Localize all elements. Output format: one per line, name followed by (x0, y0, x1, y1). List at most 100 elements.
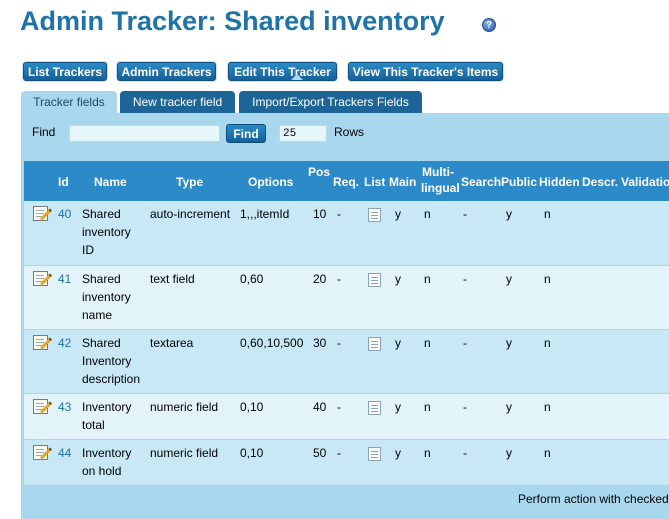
field-name: on hold (82, 464, 122, 478)
header-multilingual-2[interactable]: lingual (421, 181, 460, 195)
table-row: 42 Shared Inventory description textarea 0,60… (24, 330, 669, 393)
field-options: 0,60 (240, 272, 264, 286)
header-hidden[interactable]: Hidden (539, 175, 580, 189)
field-name: name (82, 308, 113, 322)
edit-field-icon[interactable] (33, 399, 48, 414)
table-header: Id Name Type Options Pos Req. List Main … (24, 161, 669, 203)
field-hidden: n (544, 400, 551, 414)
edit-field-icon[interactable] (33, 445, 48, 460)
header-name[interactable]: Name (94, 175, 127, 189)
edit-field-icon[interactable] (33, 335, 48, 350)
rows-input[interactable] (279, 125, 327, 142)
field-options: 1,,,itemId (240, 207, 290, 221)
field-position: 40 (313, 400, 327, 414)
field-name: Inventory (82, 400, 132, 414)
field-public: y (506, 446, 512, 460)
field-search: - (463, 446, 467, 460)
field-id-link[interactable]: 41 (58, 270, 71, 288)
header-list[interactable]: List (364, 175, 385, 189)
field-hidden: n (544, 336, 551, 350)
field-type: numeric field (150, 400, 219, 414)
field-main: y (395, 207, 401, 221)
field-name: Inventory (82, 354, 132, 368)
field-public: y (506, 400, 512, 414)
field-name: inventory (82, 225, 131, 239)
header-search[interactable]: Search (461, 175, 501, 189)
field-name: Shared (82, 207, 121, 221)
field-options: 0,10 (240, 400, 264, 414)
field-search: - (463, 400, 467, 414)
field-options: 0,60,10,500 (240, 336, 304, 350)
page-title: Admin Tracker: Shared inventory (20, 6, 445, 36)
find-input[interactable] (69, 125, 220, 142)
field-required: - (337, 400, 341, 414)
field-required: - (337, 336, 341, 350)
table-row: 44 Inventory on hold numeric field 0,10 50- y n… (24, 440, 669, 485)
field-main: y (395, 272, 401, 286)
field-id-link[interactable]: 43 (58, 398, 71, 416)
field-name: inventory (82, 290, 131, 304)
header-validation[interactable]: Validation (621, 175, 669, 189)
field-hidden: n (544, 207, 551, 221)
header-main[interactable]: Main (389, 175, 416, 189)
field-multilingual: n (424, 272, 431, 286)
field-public: y (506, 272, 512, 286)
tab-new-tracker-field[interactable]: New tracker field (120, 91, 235, 113)
help-icon[interactable]: ? (482, 18, 496, 32)
field-position: 20 (313, 272, 327, 286)
header-req[interactable]: Req. (333, 175, 359, 189)
field-type: text field (150, 272, 195, 286)
header-options[interactable]: Options (248, 175, 293, 189)
field-hidden: n (544, 272, 551, 286)
list-toggle-icon[interactable] (368, 337, 381, 351)
list-toggle-icon[interactable] (368, 401, 381, 415)
admin-trackers-button[interactable]: Admin Trackers (117, 62, 216, 81)
find-label: Find (32, 125, 56, 139)
field-type: auto-increment (150, 207, 231, 221)
field-name: Inventory (82, 446, 132, 460)
tab-import-export[interactable]: Import/Export Trackers Fields (239, 91, 422, 113)
field-name: total (82, 418, 105, 432)
view-items-button[interactable]: View This Tracker's Items (348, 62, 503, 81)
field-name: Shared (82, 336, 121, 350)
field-required: - (337, 207, 341, 221)
header-pos[interactable]: Pos (308, 165, 330, 179)
field-hidden: n (544, 446, 551, 460)
field-id-link[interactable]: 44 (58, 444, 71, 462)
field-name: description (82, 372, 141, 386)
header-id[interactable]: Id (58, 175, 69, 189)
field-main: y (395, 446, 401, 460)
list-trackers-button[interactable]: List Trackers (23, 62, 107, 81)
header-descr[interactable]: Descr. (582, 175, 618, 189)
field-options: 0,10 (240, 446, 264, 460)
list-toggle-icon[interactable] (368, 447, 381, 461)
field-required: - (337, 446, 341, 460)
header-public[interactable]: Public (501, 175, 537, 189)
field-type: textarea (150, 336, 194, 350)
field-name: Shared (82, 272, 121, 286)
sort-ascending-icon[interactable] (291, 74, 303, 80)
rows-label: Rows (334, 125, 365, 139)
table-row: 43 Inventory total numeric field 0,10 40- y n - y… (24, 394, 669, 439)
field-main: y (395, 336, 401, 350)
find-button[interactable]: Find (226, 124, 266, 143)
field-main: y (395, 400, 401, 414)
header-type[interactable]: Type (176, 175, 203, 189)
list-toggle-icon[interactable] (368, 208, 381, 222)
list-toggle-icon[interactable] (368, 273, 381, 287)
edit-tracker-button[interactable]: Edit This Tracker (228, 62, 337, 81)
edit-field-icon[interactable] (33, 206, 48, 221)
field-name: ID (82, 243, 94, 257)
tab-tracker-fields[interactable]: Tracker fields (21, 91, 117, 113)
field-id-link[interactable]: 40 (58, 205, 71, 223)
field-id-link[interactable]: 42 (58, 334, 71, 352)
header-multilingual-1[interactable]: Multi- (422, 165, 454, 179)
bulk-action-label: Perform action with checked (518, 492, 669, 506)
field-type: numeric field (150, 446, 219, 460)
field-public: y (506, 336, 512, 350)
table-row: 41 Shared inventory name text field 0,60 20- y n… (24, 266, 669, 329)
field-position: 10 (313, 207, 327, 221)
field-position: 50 (313, 446, 327, 460)
field-position: 30 (313, 336, 327, 350)
edit-field-icon[interactable] (33, 271, 48, 286)
